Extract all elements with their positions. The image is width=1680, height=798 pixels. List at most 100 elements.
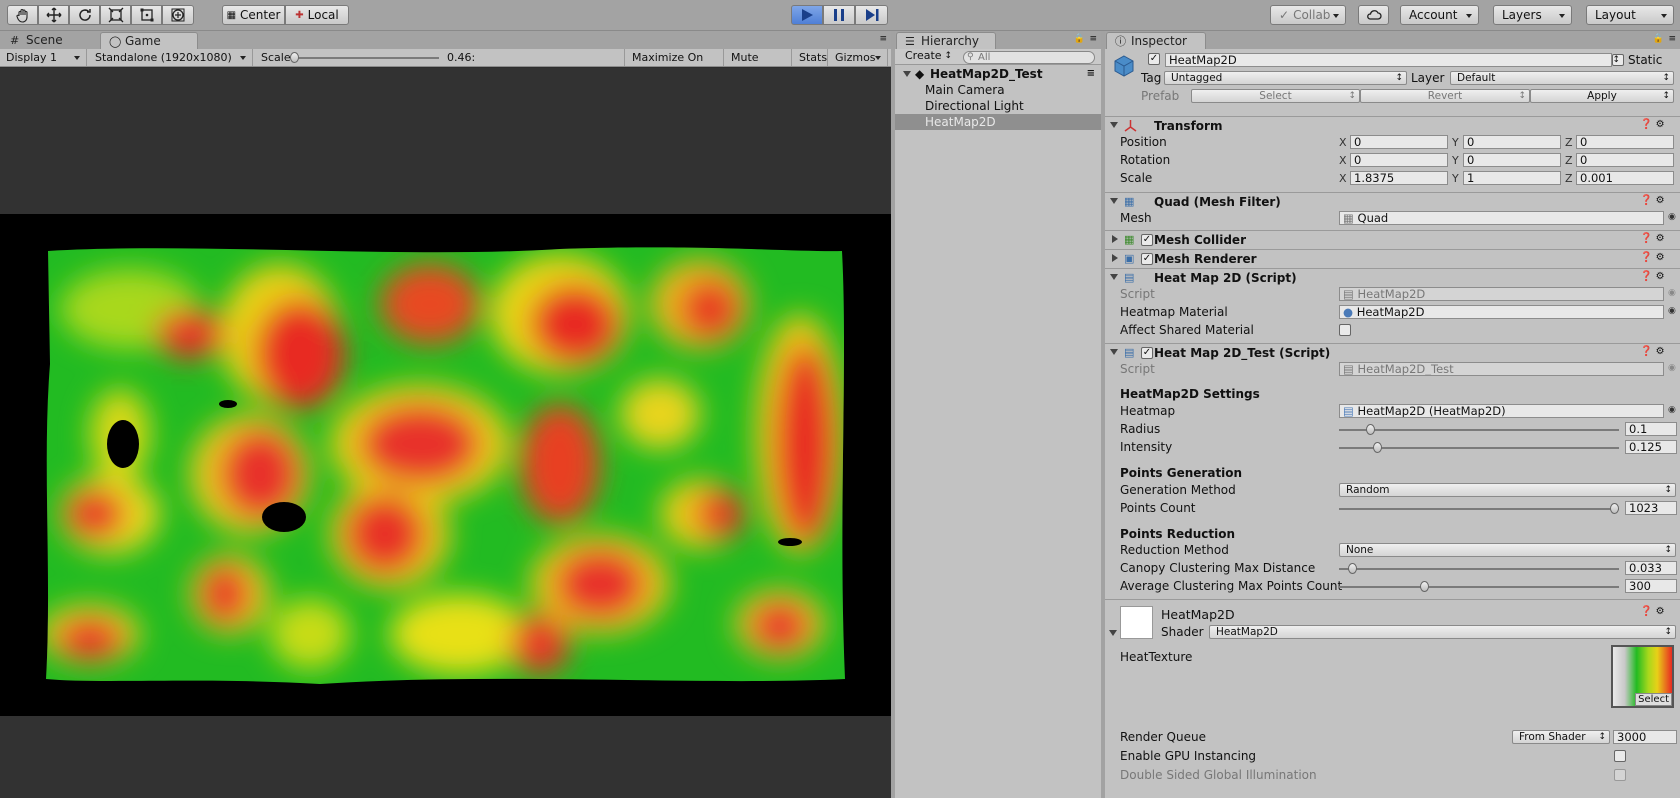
move-tool-button[interactable] xyxy=(38,5,69,25)
resolution-dropdown[interactable]: Standalone (1920x1080) (1 xyxy=(89,49,253,81)
object-picker-icon[interactable]: ◉ xyxy=(1668,405,1676,415)
mesh-renderer-enabled-checkbox[interactable]: ✓ xyxy=(1141,253,1153,265)
pivot-mode-button[interactable]: ▦ Center xyxy=(222,5,285,25)
avg-points-slider-track[interactable] xyxy=(1339,586,1619,588)
tab-inspector[interactable]: ⓘ Inspector xyxy=(1106,32,1206,49)
canopy-distance-slider-track[interactable] xyxy=(1339,568,1619,570)
position-z-input[interactable]: 0 xyxy=(1576,135,1674,149)
radius-input[interactable]: 0.1 xyxy=(1625,422,1677,436)
mesh-collider-header[interactable]: ▦ ✓ Mesh Collider ❓ ⚙ xyxy=(1105,230,1680,248)
fold-arrow-icon[interactable] xyxy=(1112,235,1118,243)
position-y-input[interactable]: 0 xyxy=(1463,135,1561,149)
slider-knob[interactable] xyxy=(1366,424,1376,435)
slider-knob[interactable] xyxy=(1372,442,1382,453)
prefab-revert-button[interactable]: Revert xyxy=(1360,89,1530,103)
render-queue-input[interactable]: 3000 xyxy=(1613,730,1677,744)
component-help-settings-icons[interactable]: ❓ ⚙ xyxy=(1640,119,1676,133)
tag-dropdown[interactable]: Untagged xyxy=(1164,71,1407,85)
heatmap-script-header[interactable]: ▤ Heat Map 2D (Script) ❓ ⚙ xyxy=(1105,268,1680,286)
object-picker-icon[interactable]: ◉ xyxy=(1668,306,1676,316)
scene-menu-icon[interactable]: ≡ xyxy=(1087,66,1095,82)
stats-toggle[interactable]: Stats xyxy=(793,49,828,66)
play-button[interactable] xyxy=(791,5,823,25)
slider-knob[interactable] xyxy=(1347,563,1357,574)
prefab-apply-button[interactable]: Apply xyxy=(1530,89,1674,103)
scale-tool-button[interactable] xyxy=(100,5,131,25)
scale-y-input[interactable]: 1 xyxy=(1463,171,1561,185)
component-help-settings-icons[interactable]: ❓ ⚙ xyxy=(1640,233,1676,247)
fold-arrow-icon[interactable] xyxy=(1110,349,1118,355)
heatmap-field[interactable]: ▤ HeatMap2D (HeatMap2D) xyxy=(1339,404,1664,418)
heat-texture-slot[interactable]: Select xyxy=(1611,645,1674,708)
mesh-filter-header[interactable]: ▦ Quad (Mesh Filter) ❓ ⚙ xyxy=(1105,192,1680,210)
hierarchy-item-heatmap2d[interactable]: HeatMap2D xyxy=(895,114,1101,130)
display-dropdown[interactable]: Display 1 xyxy=(0,49,87,66)
lock-icon[interactable]: 🔒 xyxy=(1074,34,1085,44)
gpu-instancing-checkbox[interactable] xyxy=(1614,750,1626,762)
hierarchy-item-main-camera[interactable]: Main Camera xyxy=(895,82,1101,98)
avg-points-input[interactable]: 300 xyxy=(1625,579,1677,593)
mesh-renderer-header[interactable]: ▣ ✓ Mesh Renderer ❓ ⚙ xyxy=(1105,249,1680,267)
component-help-settings-icons[interactable]: ❓ ⚙ xyxy=(1640,252,1676,266)
fold-arrow-icon[interactable] xyxy=(1112,254,1118,262)
panel-menu-icon[interactable]: ≡ xyxy=(879,34,887,44)
create-dropdown[interactable]: Create xyxy=(899,50,955,64)
position-x-input[interactable]: 0 xyxy=(1350,135,1448,149)
rotation-z-input[interactable]: 0 xyxy=(1576,153,1674,167)
cloud-button[interactable] xyxy=(1358,5,1389,25)
object-picker-icon[interactable]: ◉ xyxy=(1668,212,1676,222)
step-button[interactable] xyxy=(855,5,888,25)
panel-menu-icon[interactable]: ≡ xyxy=(1668,34,1676,44)
pivot-rotation-button[interactable]: ✚ Local xyxy=(285,5,349,25)
generation-method-dropdown[interactable]: Random xyxy=(1339,483,1676,497)
scale-z-input[interactable]: 0.001 xyxy=(1576,171,1674,185)
object-name-input[interactable]: HeatMap2D xyxy=(1165,53,1612,67)
mute-audio-toggle[interactable]: Mute Audio xyxy=(725,49,792,81)
fold-arrow-icon[interactable] xyxy=(1110,198,1118,204)
rotate-tool-button[interactable] xyxy=(69,5,100,25)
points-count-slider-track[interactable] xyxy=(1339,508,1619,510)
active-checkbox[interactable]: ✓ xyxy=(1148,53,1160,65)
rotation-x-input[interactable]: 0 xyxy=(1350,153,1448,167)
component-help-settings-icons[interactable]: ❓ ⚙ xyxy=(1640,346,1676,360)
layout-dropdown[interactable]: Layout xyxy=(1586,5,1674,25)
mesh-field[interactable]: ▦ Quad xyxy=(1339,211,1664,225)
fold-arrow-icon[interactable] xyxy=(1110,122,1118,128)
lock-icon[interactable]: 🔒 xyxy=(1653,34,1664,44)
affect-shared-material-checkbox[interactable] xyxy=(1339,324,1351,336)
scene-root-item[interactable]: ◆ HeatMap2D_Test ≡ xyxy=(895,66,1101,82)
maximize-on-play-toggle[interactable]: Maximize On Play xyxy=(626,49,724,81)
layer-dropdown[interactable]: Default xyxy=(1450,71,1674,85)
component-help-settings-icons[interactable]: ❓ ⚙ xyxy=(1640,271,1676,285)
transform-tool-button[interactable] xyxy=(162,5,194,25)
intensity-input[interactable]: 0.125 xyxy=(1625,440,1677,454)
mesh-collider-enabled-checkbox[interactable]: ✓ xyxy=(1141,234,1153,246)
texture-select-button[interactable]: Select xyxy=(1635,693,1672,706)
heatmap-test-enabled-checkbox[interactable]: ✓ xyxy=(1141,347,1153,359)
transform-component-header[interactable]: Transform ❓ ⚙ xyxy=(1105,116,1680,134)
radius-slider-track[interactable] xyxy=(1339,429,1619,431)
tab-game[interactable]: ◯ Game xyxy=(100,32,198,49)
hierarchy-search-input[interactable]: ⚲ All xyxy=(963,51,1095,64)
tab-hierarchy[interactable]: ☰ Hierarchy xyxy=(896,32,996,49)
scale-slider-track[interactable] xyxy=(293,57,439,59)
account-dropdown[interactable]: Account xyxy=(1400,5,1479,25)
rotation-y-input[interactable]: 0 xyxy=(1463,153,1561,167)
slider-knob[interactable] xyxy=(1420,581,1430,592)
scale-x-input[interactable]: 1.8375 xyxy=(1350,171,1448,185)
rect-tool-button[interactable] xyxy=(131,5,162,25)
component-help-settings-icons[interactable]: ❓ ⚙ xyxy=(1640,195,1676,209)
heatmap-test-script-header[interactable]: ▤ ✓ Heat Map 2D_Test (Script) ❓ ⚙ xyxy=(1105,343,1680,361)
heatmap-material-field[interactable]: ● HeatMap2D xyxy=(1339,305,1664,319)
canopy-distance-input[interactable]: 0.033 xyxy=(1625,561,1677,575)
game-viewport[interactable] xyxy=(0,68,891,798)
fold-arrow-icon[interactable] xyxy=(1110,274,1118,280)
collab-dropdown[interactable]: ✓ Collab xyxy=(1270,5,1346,25)
render-queue-mode-dropdown[interactable]: From Shader xyxy=(1512,730,1610,744)
gizmos-dropdown[interactable]: Gizmos xyxy=(829,49,888,66)
tab-scene[interactable]: # Scene xyxy=(2,32,73,49)
panel-menu-icon[interactable]: ≡ xyxy=(1089,34,1097,44)
prefab-select-button[interactable]: Select xyxy=(1191,89,1360,103)
scale-slider-knob[interactable] xyxy=(290,52,299,63)
hierarchy-item-directional-light[interactable]: Directional Light xyxy=(895,98,1101,114)
